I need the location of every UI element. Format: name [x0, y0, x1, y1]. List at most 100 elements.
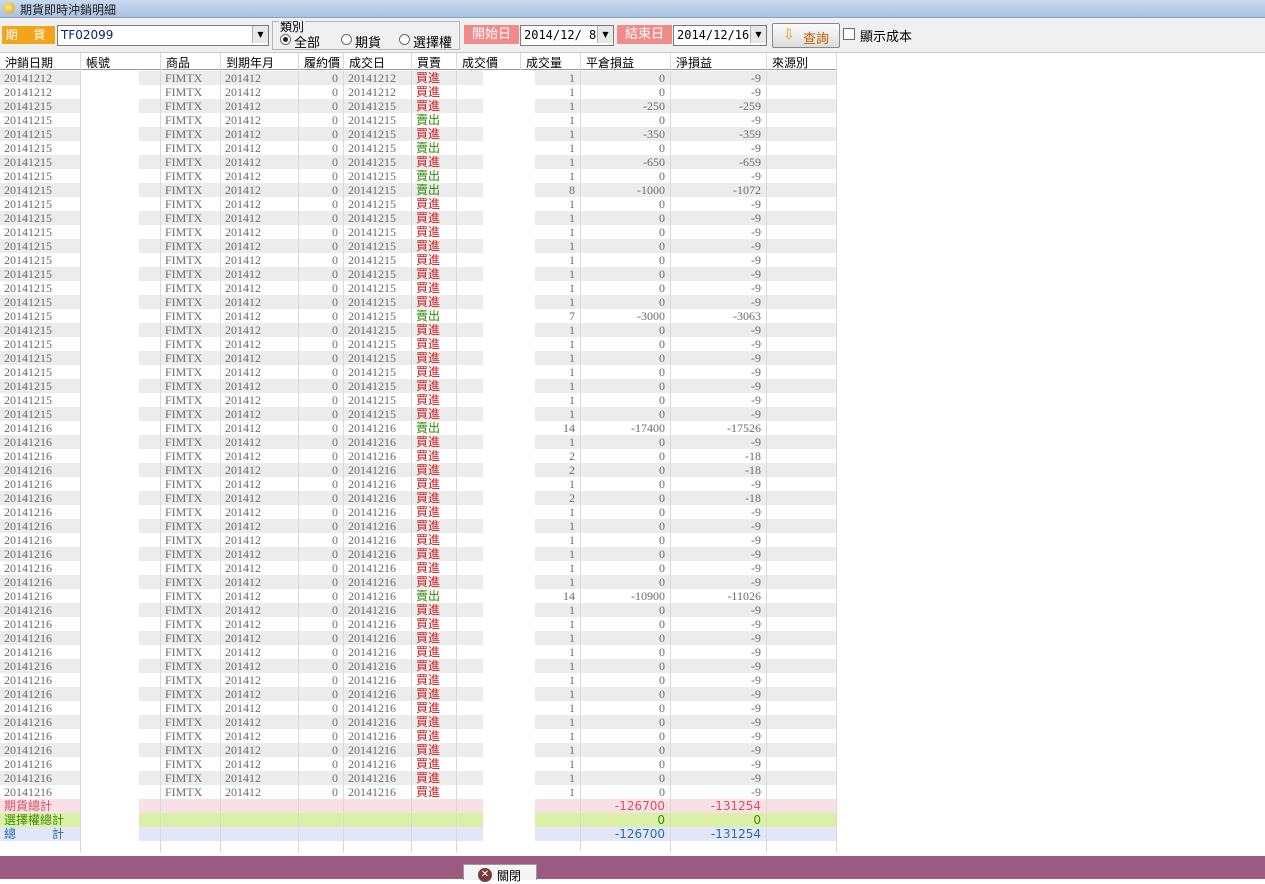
query-button[interactable]: ⇩ 查詢: [772, 23, 840, 48]
cell-strike: 0: [332, 771, 338, 785]
cell-strike: 0: [332, 519, 338, 533]
cell-side: 買進: [416, 757, 441, 771]
col-header-side[interactable]: 買賣: [417, 54, 441, 71]
trade-grid[interactable]: 沖銷日期 帳號 商品 到期年月 履約價 成交日 買賣 成交價 成交量 平倉損益 淨損益 來源別 201…: [0, 53, 1265, 856]
cell-trade-date: 20141216: [348, 687, 396, 701]
grid-column-divider[interactable]: [411, 53, 412, 853]
cell-net-pnl: -9: [751, 211, 761, 225]
grid-column-divider[interactable]: [580, 53, 581, 853]
cell-expiry-month: 201412: [225, 351, 261, 365]
cell-close-pnl: 0: [659, 477, 665, 491]
grid-column-divider[interactable]: [836, 53, 837, 853]
cell-side: 買進: [416, 407, 441, 421]
cell-trade-date: 20141215: [348, 393, 396, 407]
cell-net-pnl: -1072: [733, 183, 761, 197]
cell-settle-date: 20141216: [4, 505, 52, 519]
cell-product: FIMTX: [165, 211, 203, 225]
cell-close-pnl: 0: [659, 435, 665, 449]
grid-column-divider[interactable]: [343, 53, 344, 853]
grid-column-divider[interactable]: [220, 53, 221, 853]
close-icon: ✕: [478, 868, 492, 882]
cell-expiry-month: 201412: [225, 449, 261, 463]
cell-side: 買進: [416, 687, 441, 701]
radio-dot[interactable]: [399, 34, 410, 45]
cell-close-pnl: 0: [659, 239, 665, 253]
cell-expiry-month: 201412: [225, 99, 261, 113]
cell-strike: 0: [332, 337, 338, 351]
cell-product: FIMTX: [165, 547, 203, 561]
cell-settle-date: 20141216: [4, 645, 52, 659]
cell-expiry-month: 201412: [225, 505, 261, 519]
account-combobox[interactable]: TF02099 ▼: [57, 25, 269, 46]
col-header-close-pnl[interactable]: 平倉損益: [586, 54, 634, 71]
cell-expiry-month: 201412: [225, 183, 261, 197]
col-header-strike[interactable]: 履約價: [304, 54, 340, 71]
cell-side: 賣出: [416, 141, 441, 155]
checkbox-box[interactable]: [843, 28, 855, 40]
cell-expiry-month: 201412: [225, 127, 261, 141]
chevron-down-icon[interactable]: ▼: [597, 26, 613, 43]
cell-expiry-month: 201412: [225, 729, 261, 743]
cell-trade-date: 20141215: [348, 197, 396, 211]
end-date-picker[interactable]: 2014/12/16 ▼: [673, 25, 767, 46]
col-header-volume[interactable]: 成交量: [526, 54, 562, 71]
cell-product: FIMTX: [165, 757, 203, 771]
cell-net-pnl: -9: [751, 295, 761, 309]
cell-net-pnl: -9: [751, 743, 761, 757]
cell-settle-date: 20141216: [4, 715, 52, 729]
cell-settle-date: 20141216: [4, 435, 52, 449]
start-date-picker[interactable]: 2014/12/ 8 ▼: [520, 25, 614, 46]
cell-expiry-month: 201412: [225, 617, 261, 631]
cell-expiry-month: 201412: [225, 407, 261, 421]
col-header-price[interactable]: 成交價: [462, 54, 498, 71]
chevron-down-icon[interactable]: ▼: [750, 26, 766, 43]
radio-dot[interactable]: [341, 34, 352, 45]
cell-close-pnl: 0: [659, 323, 665, 337]
cell-net-pnl: -9: [751, 701, 761, 715]
cell-side: 買進: [416, 547, 441, 561]
col-header-source[interactable]: 來源別: [772, 54, 808, 71]
cell-side: 買進: [416, 575, 441, 589]
chevron-down-icon[interactable]: ▼: [252, 26, 268, 43]
cell-close-pnl: 0: [659, 505, 665, 519]
cell-product: FIMTX: [165, 463, 203, 477]
cell-expiry-month: 201412: [225, 743, 261, 757]
col-header-expiry-month[interactable]: 到期年月: [226, 54, 274, 71]
cell-strike: 0: [332, 155, 338, 169]
col-header-net-pnl[interactable]: 淨損益: [676, 54, 712, 71]
cell-side: 買進: [416, 239, 441, 253]
cell-trade-date: 20141216: [348, 547, 396, 561]
cell-net-pnl: -3063: [733, 309, 761, 323]
cell-side: 賣出: [416, 589, 441, 603]
grid-column-divider[interactable]: [456, 53, 457, 853]
cell-expiry-month: 201412: [225, 463, 261, 477]
grid-column-divider[interactable]: [160, 53, 161, 853]
cell-trade-date: 20141215: [348, 155, 396, 169]
cell-net-pnl: -9: [751, 575, 761, 589]
radio-dot[interactable]: [280, 34, 291, 45]
cell-product: FIMTX: [165, 225, 203, 239]
cell-trade-date: 20141215: [348, 141, 396, 155]
cell-settle-date: 20141216: [4, 757, 52, 771]
start-date-label: 開始日: [464, 25, 519, 44]
cell-close-pnl: 0: [659, 519, 665, 533]
col-header-settle-date[interactable]: 沖銷日期: [5, 54, 53, 71]
grid-column-divider[interactable]: [670, 53, 671, 853]
grid-column-divider[interactable]: [766, 53, 767, 853]
cell-strike: 0: [332, 561, 338, 575]
grid-column-divider[interactable]: [298, 53, 299, 853]
cell-product: FIMTX: [165, 617, 203, 631]
cell-close-pnl: -650: [643, 155, 665, 169]
cell-net-pnl: -9: [751, 533, 761, 547]
radio-label: 選擇權: [413, 36, 453, 51]
col-header-trade-date[interactable]: 成交日: [349, 54, 385, 71]
cell-strike: 0: [332, 239, 338, 253]
col-header-account[interactable]: 帳號: [86, 54, 110, 71]
cell-expiry-month: 201412: [225, 421, 261, 435]
col-header-product[interactable]: 商品: [166, 54, 190, 71]
close-button[interactable]: ✕ 關閉: [463, 864, 537, 883]
cell-settle-date: 20141215: [4, 197, 52, 211]
cell-expiry-month: 201412: [225, 295, 261, 309]
cell-side: 買進: [416, 323, 441, 337]
cell-product: FIMTX: [165, 477, 203, 491]
